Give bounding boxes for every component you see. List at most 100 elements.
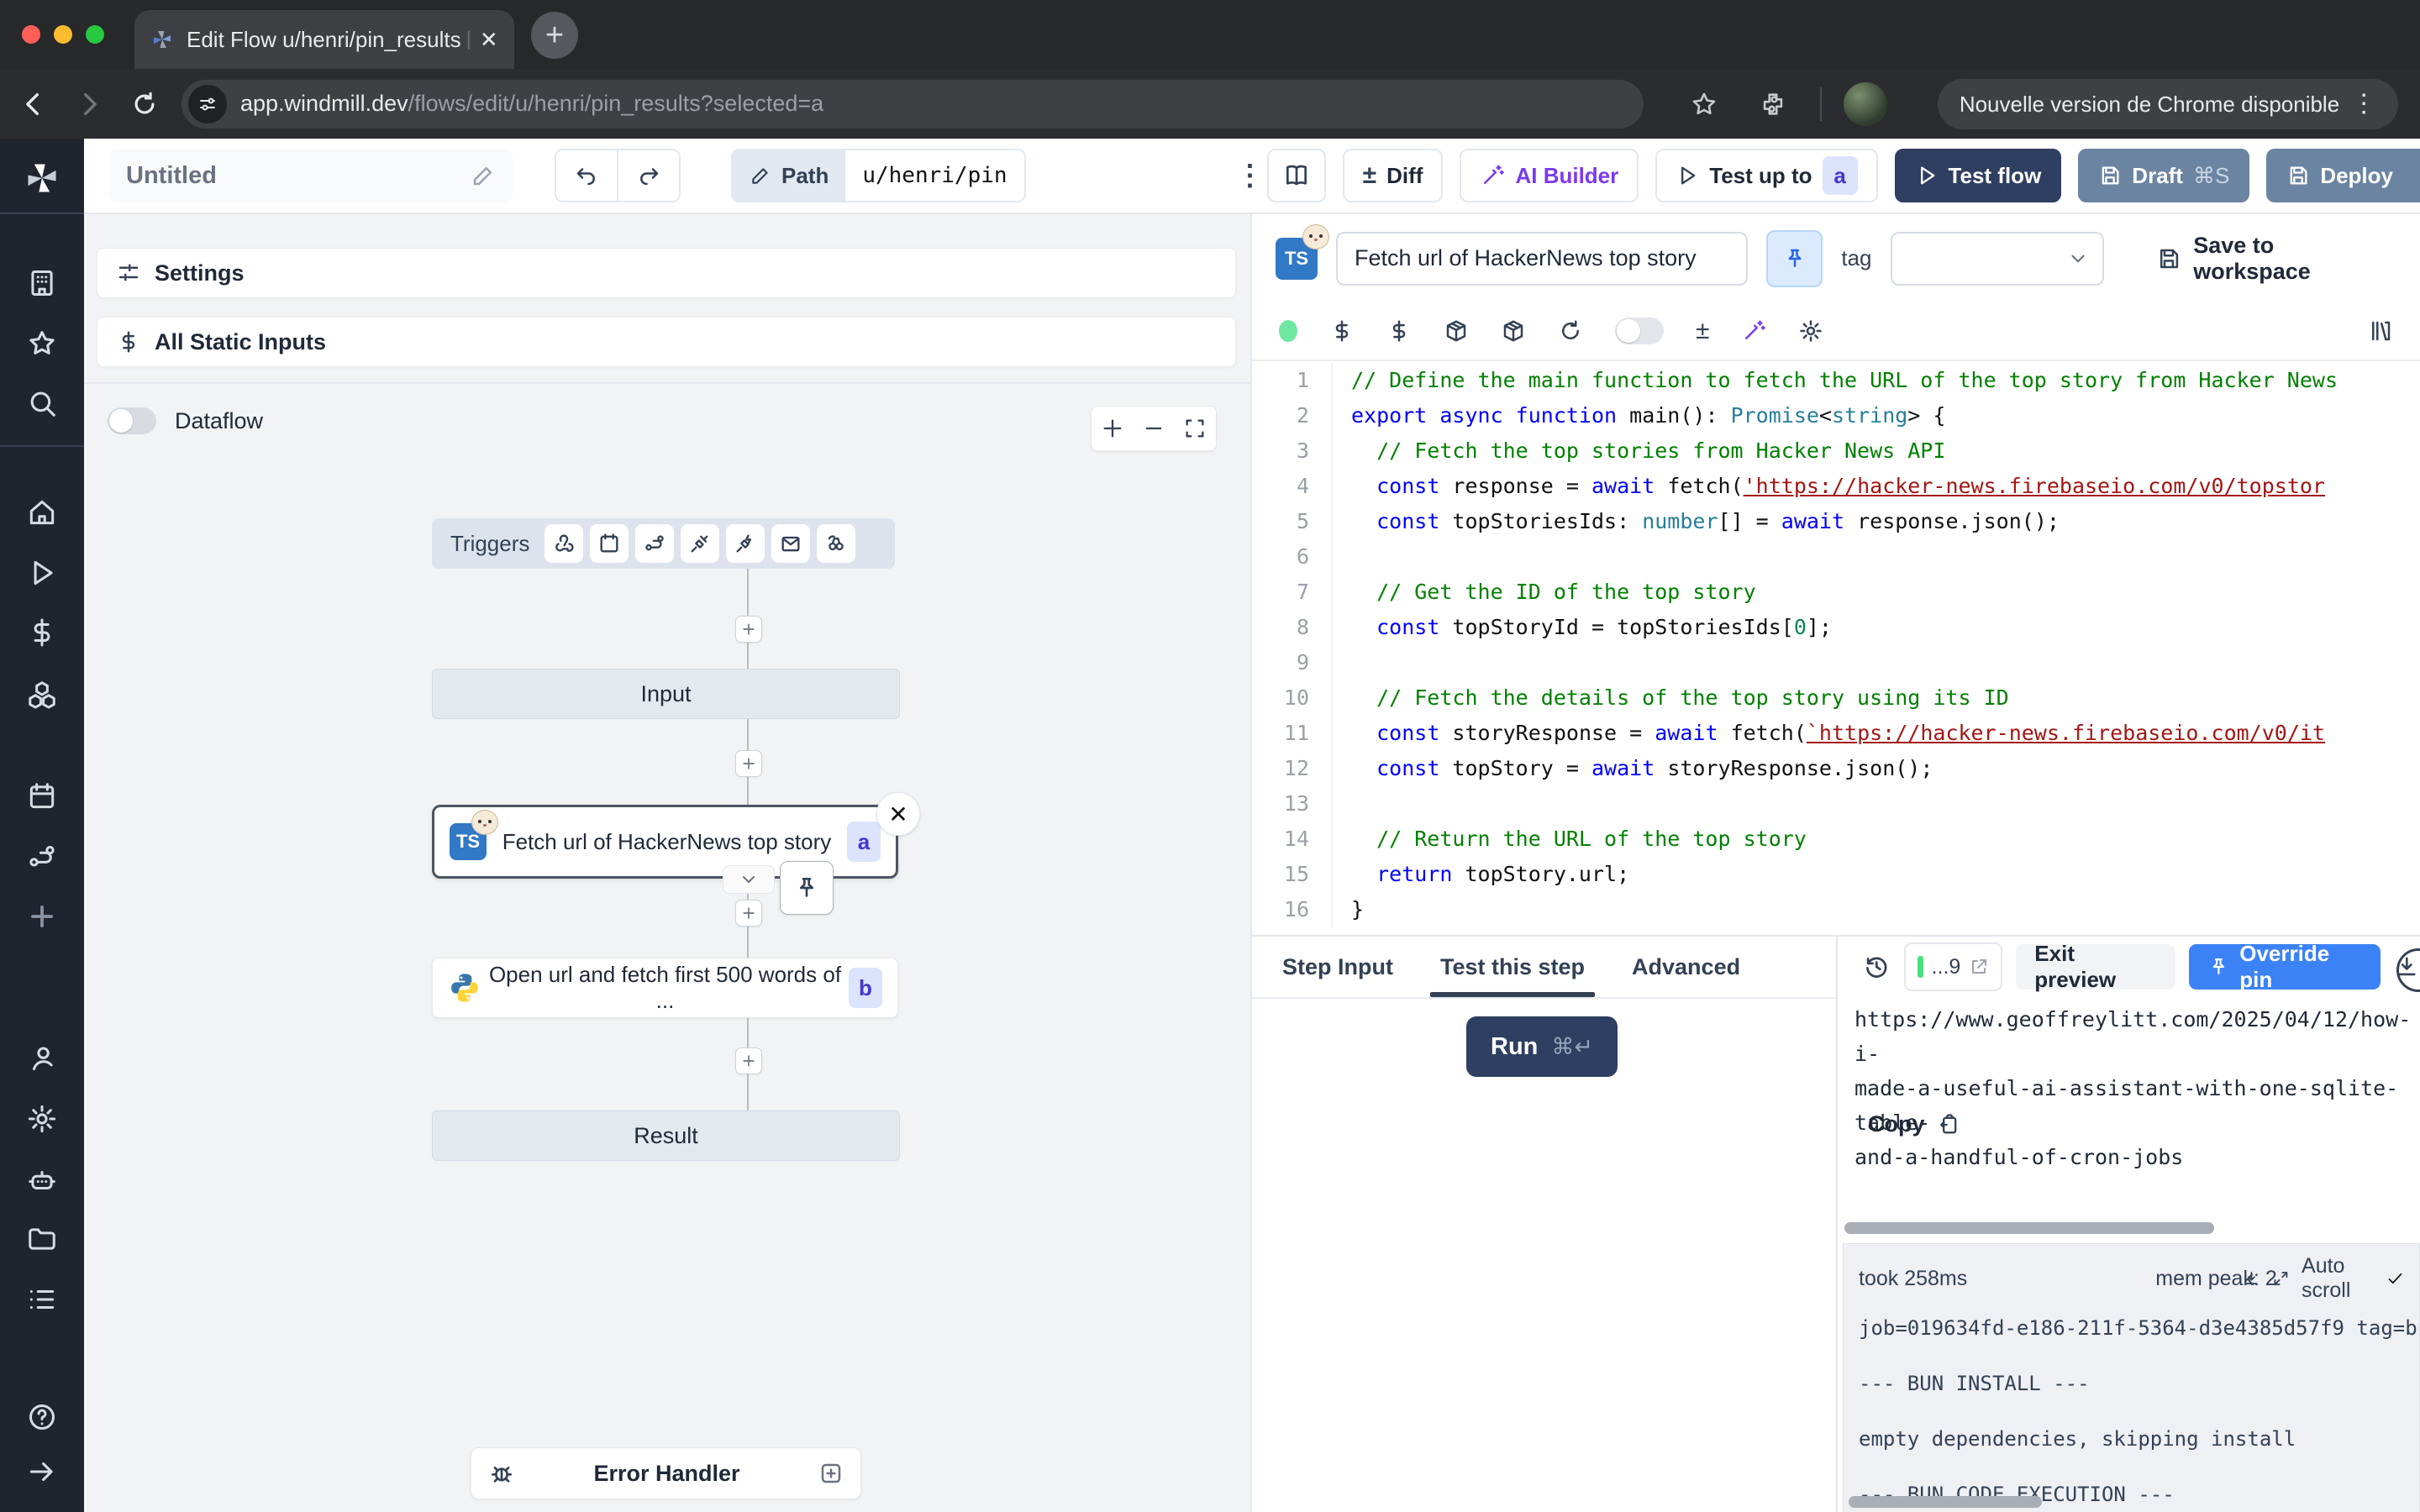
chrome-update-button[interactable]: Nouvelle version de Chrome disponible ⋮ bbox=[1938, 79, 2398, 129]
code-editor[interactable]: 1// Define the main function to fetch th… bbox=[1252, 363, 2420, 935]
sidebar-item-variables[interactable] bbox=[24, 614, 60, 651]
chrome-menu-icon[interactable]: ⋮ bbox=[2351, 92, 2376, 117]
macos-zoom-button[interactable] bbox=[86, 25, 104, 44]
resources-dollar-icon[interactable] bbox=[1386, 318, 1412, 344]
zoom-out-icon[interactable] bbox=[1142, 417, 1165, 440]
run-button[interactable]: Run ⌘↵ bbox=[1466, 1016, 1618, 1077]
sidebar-item-home[interactable] bbox=[24, 494, 60, 531]
result-node[interactable]: Result bbox=[432, 1110, 900, 1161]
delete-step-button[interactable]: ✕ bbox=[876, 792, 920, 836]
variables-icon[interactable] bbox=[1329, 318, 1355, 344]
pin-toggle-button[interactable] bbox=[1766, 230, 1823, 287]
tab-advanced[interactable]: Advanced bbox=[1632, 937, 1740, 997]
reload-icon[interactable] bbox=[1558, 318, 1583, 344]
horizontal-scrollbar[interactable] bbox=[1844, 1222, 2214, 1234]
draft-button[interactable]: Draft ⌘S bbox=[2078, 149, 2249, 202]
bookmark-star-icon[interactable] bbox=[1682, 82, 1726, 126]
test-flow-button[interactable]: Test flow bbox=[1895, 149, 2062, 202]
library-icon[interactable] bbox=[2368, 318, 2393, 344]
sidebar-item-user[interactable] bbox=[24, 1040, 60, 1077]
step-name-input[interactable] bbox=[1336, 232, 1748, 286]
sidebar-item-runs[interactable] bbox=[24, 554, 60, 591]
sidebar-item-favorites[interactable] bbox=[24, 325, 60, 362]
history-icon[interactable] bbox=[1863, 953, 1891, 981]
flow-settings-row[interactable]: Settings bbox=[97, 248, 1236, 298]
insert-step-button[interactable] bbox=[735, 1047, 762, 1074]
sidebar-item-schedules[interactable] bbox=[24, 778, 60, 815]
collapse-step-icon[interactable] bbox=[723, 865, 775, 894]
sidebar-item-workspace[interactable] bbox=[24, 265, 60, 302]
insert-step-button[interactable] bbox=[735, 900, 762, 927]
docs-book-button[interactable] bbox=[1267, 149, 1326, 202]
undo-button[interactable] bbox=[556, 150, 618, 201]
websocket-trigger-icon[interactable] bbox=[681, 524, 719, 563]
edit-pencil-icon[interactable] bbox=[471, 163, 496, 188]
back-icon[interactable] bbox=[12, 82, 55, 126]
insert-step-button[interactable] bbox=[735, 750, 762, 777]
save-to-workspace-button[interactable]: Save to workspace bbox=[2156, 233, 2396, 285]
tab-step-input[interactable]: Step Input bbox=[1282, 937, 1393, 997]
windmill-logo[interactable] bbox=[24, 160, 60, 197]
log-panel[interactable]: took 258ms mem peak: 2 Auto scroll job=0… bbox=[1843, 1243, 2420, 1512]
job-id-badge[interactable]: ...9 bbox=[1904, 942, 2003, 991]
package-icon[interactable] bbox=[1501, 318, 1526, 344]
zoom-in-icon[interactable] bbox=[1101, 417, 1124, 440]
flow-title-box[interactable]: Untitled bbox=[109, 149, 513, 202]
pinned-step-badge[interactable] bbox=[780, 861, 834, 915]
check-icon[interactable] bbox=[2386, 1267, 2404, 1290]
plus-minus-icon[interactable]: ± bbox=[1696, 317, 1709, 345]
reload-icon[interactable] bbox=[123, 82, 166, 126]
extensions-icon[interactable] bbox=[1751, 82, 1795, 126]
sidebar-item-resources[interactable] bbox=[24, 676, 60, 713]
sidebar-item-audit-logs[interactable] bbox=[24, 1281, 60, 1318]
settings-gear-icon[interactable] bbox=[24, 1100, 60, 1137]
input-node[interactable]: Input bbox=[432, 669, 900, 719]
diff-button[interactable]: ±Diff bbox=[1343, 149, 1444, 202]
macos-minimize-button[interactable] bbox=[54, 25, 72, 44]
insert-step-button[interactable] bbox=[735, 616, 762, 643]
macos-close-button[interactable] bbox=[22, 25, 40, 44]
result-output[interactable]: https://www.geoffreylitt.com/2025/04/12/… bbox=[1854, 1002, 2409, 1174]
exit-preview-button[interactable]: Exit preview bbox=[2016, 944, 2175, 990]
diff-mode-toggle[interactable] bbox=[1615, 318, 1664, 344]
package-icon[interactable] bbox=[1444, 318, 1469, 344]
log-horizontal-scrollbar[interactable] bbox=[1849, 1496, 2042, 1508]
tab-close-icon[interactable]: ✕ bbox=[480, 27, 498, 53]
fit-view-icon[interactable] bbox=[1183, 417, 1207, 440]
email-trigger-icon[interactable] bbox=[771, 524, 810, 563]
browser-tab[interactable]: Edit Flow u/henri/pin_results | ✕ bbox=[134, 10, 514, 69]
dataflow-toggle[interactable] bbox=[108, 407, 156, 434]
route-trigger-icon[interactable] bbox=[635, 524, 674, 563]
help-icon[interactable] bbox=[24, 1399, 60, 1436]
site-settings-icon[interactable] bbox=[188, 85, 227, 123]
external-link-icon[interactable] bbox=[1969, 957, 1989, 977]
redo-button[interactable] bbox=[618, 150, 679, 201]
expand-logs-icon[interactable] bbox=[2272, 1267, 2290, 1290]
schedule-trigger-icon[interactable] bbox=[590, 524, 629, 563]
editor-settings-gear-icon[interactable] bbox=[1798, 318, 1823, 344]
sidebar-item-flows[interactable] bbox=[24, 838, 60, 875]
deploy-button[interactable]: Deploy bbox=[2266, 149, 2420, 202]
forward-icon[interactable] bbox=[67, 82, 111, 126]
path-button[interactable]: Path u/henri/pin bbox=[731, 149, 1026, 202]
watch-trigger-icon[interactable] bbox=[817, 524, 855, 563]
more-options-icon[interactable]: ⋮ bbox=[1236, 161, 1265, 190]
triggers-node[interactable]: Triggers bbox=[432, 518, 895, 569]
sidebar-item-folders[interactable] bbox=[24, 1221, 60, 1257]
search-icon[interactable] bbox=[24, 385, 60, 422]
new-tab-button[interactable]: + bbox=[531, 12, 578, 59]
url-bar[interactable]: app.windmill.dev/flows/edit/u/henri/pin_… bbox=[182, 80, 1644, 129]
ai-builder-button[interactable]: AI Builder bbox=[1460, 149, 1639, 202]
sidebar-add-icon[interactable] bbox=[24, 898, 60, 935]
tag-select[interactable] bbox=[1891, 232, 2105, 286]
sidebar-item-workers[interactable] bbox=[24, 1162, 60, 1199]
add-error-handler-icon[interactable] bbox=[818, 1461, 844, 1486]
copy-result-button[interactable]: Copy bbox=[1868, 1111, 1960, 1137]
tab-test-this-step[interactable]: Test this step bbox=[1440, 937, 1585, 997]
step-node-b[interactable]: Open url and fetch first 500 words of ..… bbox=[432, 958, 898, 1018]
override-pin-button[interactable]: Override pin bbox=[2189, 944, 2381, 990]
test-up-to-button[interactable]: Test up to a bbox=[1655, 149, 1877, 202]
ai-wand-icon[interactable] bbox=[1741, 318, 1766, 344]
download-logs-icon[interactable] bbox=[2243, 1267, 2260, 1290]
sidebar-expand-icon[interactable] bbox=[24, 1453, 60, 1490]
